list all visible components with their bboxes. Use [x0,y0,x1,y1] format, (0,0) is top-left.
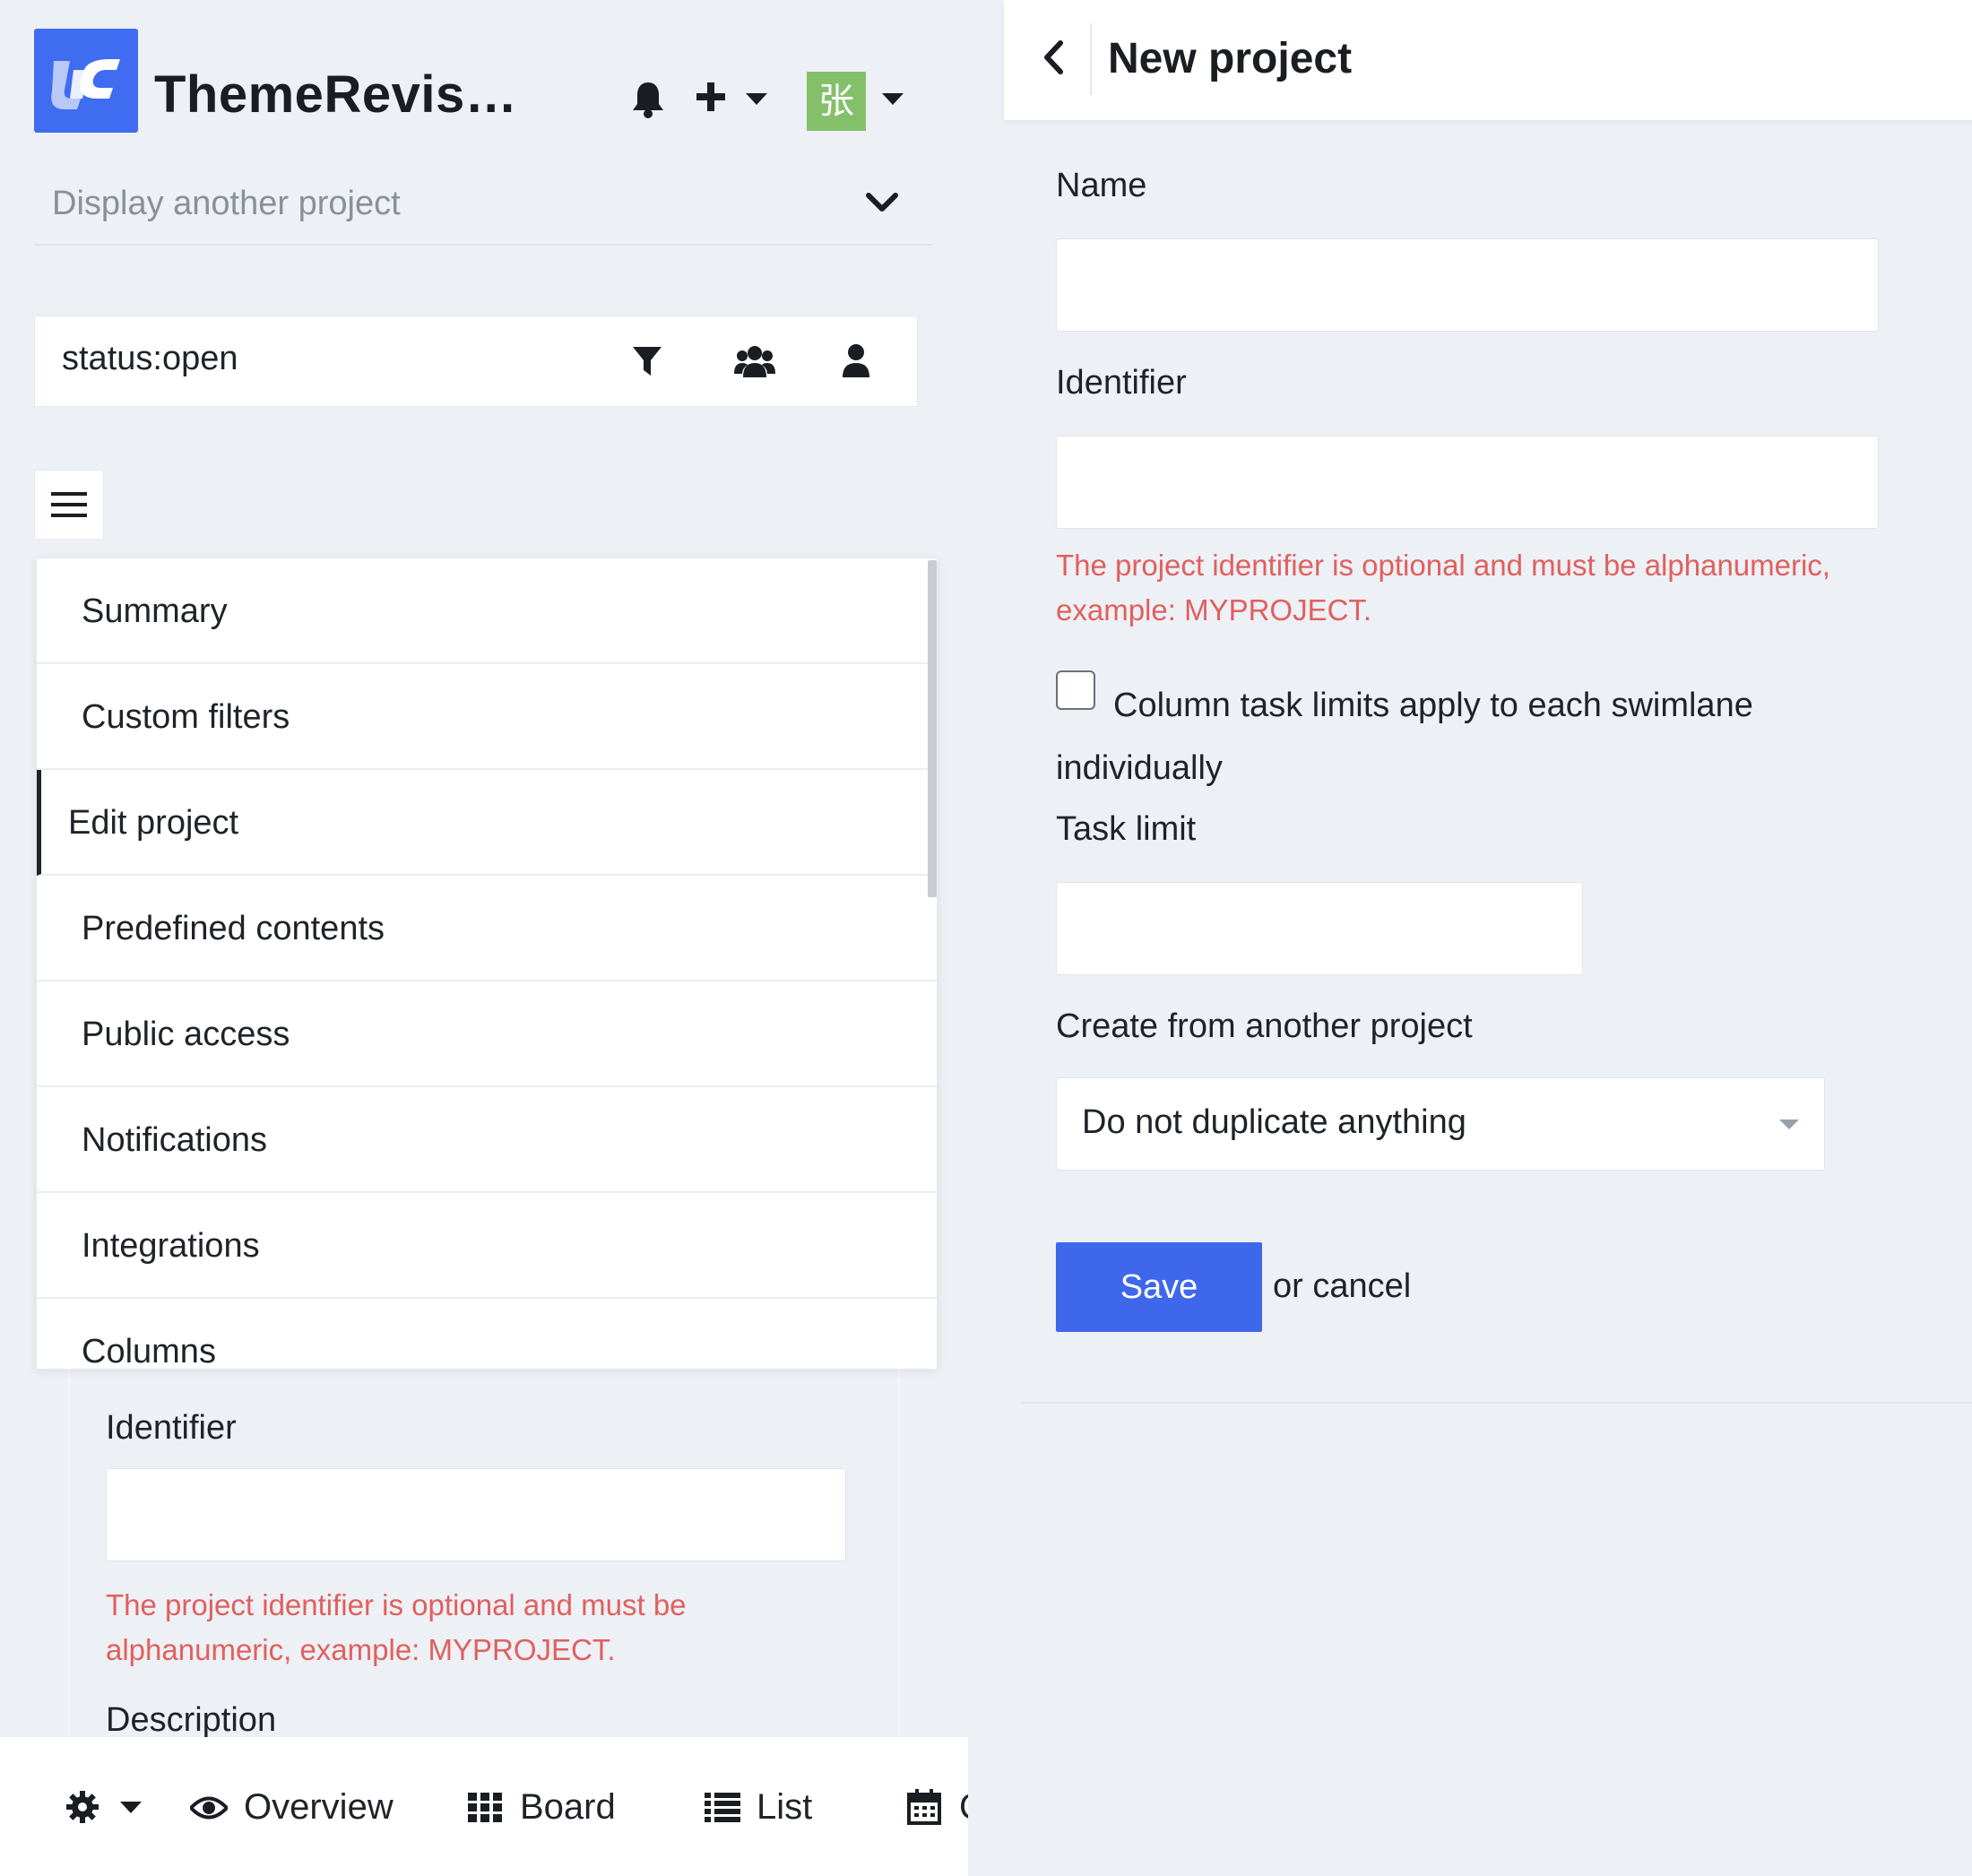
nav-list[interactable]: List [757,1787,812,1828]
menu-item-public-access[interactable]: Public access [37,981,937,1087]
task-limit-input[interactable] [1056,882,1583,975]
project-selector-placeholder: Display another project [52,185,401,222]
filter-icon[interactable] [632,345,662,377]
identifier-help-text: The project identifier is optional and m… [1056,549,1830,627]
identifier-input[interactable] [1056,436,1879,529]
swimlane-limit-checkbox[interactable] [1056,670,1095,710]
chevron-left-icon[interactable] [1042,39,1065,75]
gear-icon[interactable] [66,1791,99,1823]
create-from-select[interactable]: Do not duplicate anything [1056,1077,1825,1171]
caret-down-icon[interactable] [746,93,767,106]
project-settings-menu: Summary Custom filters Edit project Pred… [36,558,938,1370]
edit-project-form: Identifier The project identifier is opt… [68,1327,900,1739]
identifier-input[interactable] [106,1468,846,1561]
list-icon [705,1793,740,1823]
cancel-link[interactable]: or cancel [1273,1267,1411,1306]
project-selector[interactable]: Display another project [34,172,932,246]
filter-input[interactable]: status:open [62,340,238,378]
swimlane-limit-label: Column task limits apply to each swimlan… [1056,687,1753,787]
bottom-nav: Overview Board List [0,1737,968,1876]
menu-scrollbar[interactable] [928,560,937,897]
save-button[interactable]: Save [1056,1242,1262,1332]
bell-icon[interactable] [631,81,665,118]
task-limit-label: Task limit [1056,810,1197,848]
calendar-icon [907,1789,941,1825]
page-title: New project [1108,35,1353,82]
identifier-help-text: The project identifier is optional and m… [106,1588,687,1666]
menu-item-summary[interactable]: Summary [37,558,937,664]
header-divider [1090,23,1092,95]
menu-item-custom-filters[interactable]: Custom filters [37,664,937,770]
name-label: Name [1056,167,1147,204]
panel-header: New project [1004,0,1972,120]
filter-bar: status:open [34,316,918,407]
nav-board[interactable]: Board [520,1787,616,1828]
caret-down-icon[interactable] [882,93,904,106]
description-label: Description [106,1701,277,1739]
menu-item-predefined-contents[interactable]: Predefined contents [37,876,937,981]
menu-toggle-button[interactable] [34,470,104,540]
hamburger-icon [51,492,87,517]
app-title[interactable]: ThemeRevis… [154,65,517,125]
avatar[interactable]: 张 [807,72,866,131]
caret-down-icon [1779,1120,1799,1130]
new-project-panel: New project Name Identifier The project … [1004,0,1972,1876]
chevron-down-icon [866,192,898,213]
user-icon[interactable] [842,343,870,379]
identifier-label: Identifier [1056,364,1187,402]
users-icon[interactable] [734,343,775,379]
menu-item-notifications[interactable]: Notifications [37,1087,937,1193]
create-from-label: Create from another project [1056,1007,1473,1045]
app-logo[interactable] [34,29,138,133]
identifier-label: Identifier [106,1409,237,1447]
name-input[interactable] [1056,238,1879,332]
menu-item-columns[interactable]: Columns [37,1299,937,1369]
form-divider [1022,1402,1972,1404]
left-pane: ThemeRevis… 张 Display another project st… [0,0,968,1876]
eye-icon [190,1794,228,1821]
nav-overview[interactable]: Overview [244,1787,394,1828]
logo-icon [51,59,120,109]
grid-icon [468,1793,502,1823]
create-from-selected: Do not duplicate anything [1082,1103,1466,1141]
menu-item-integrations[interactable]: Integrations [37,1193,937,1299]
nav-calendar[interactable]: C [959,1787,968,1828]
menu-item-edit-project[interactable]: Edit project [37,770,937,876]
plus-icon[interactable] [695,81,727,113]
caret-down-icon[interactable] [120,1802,142,1814]
